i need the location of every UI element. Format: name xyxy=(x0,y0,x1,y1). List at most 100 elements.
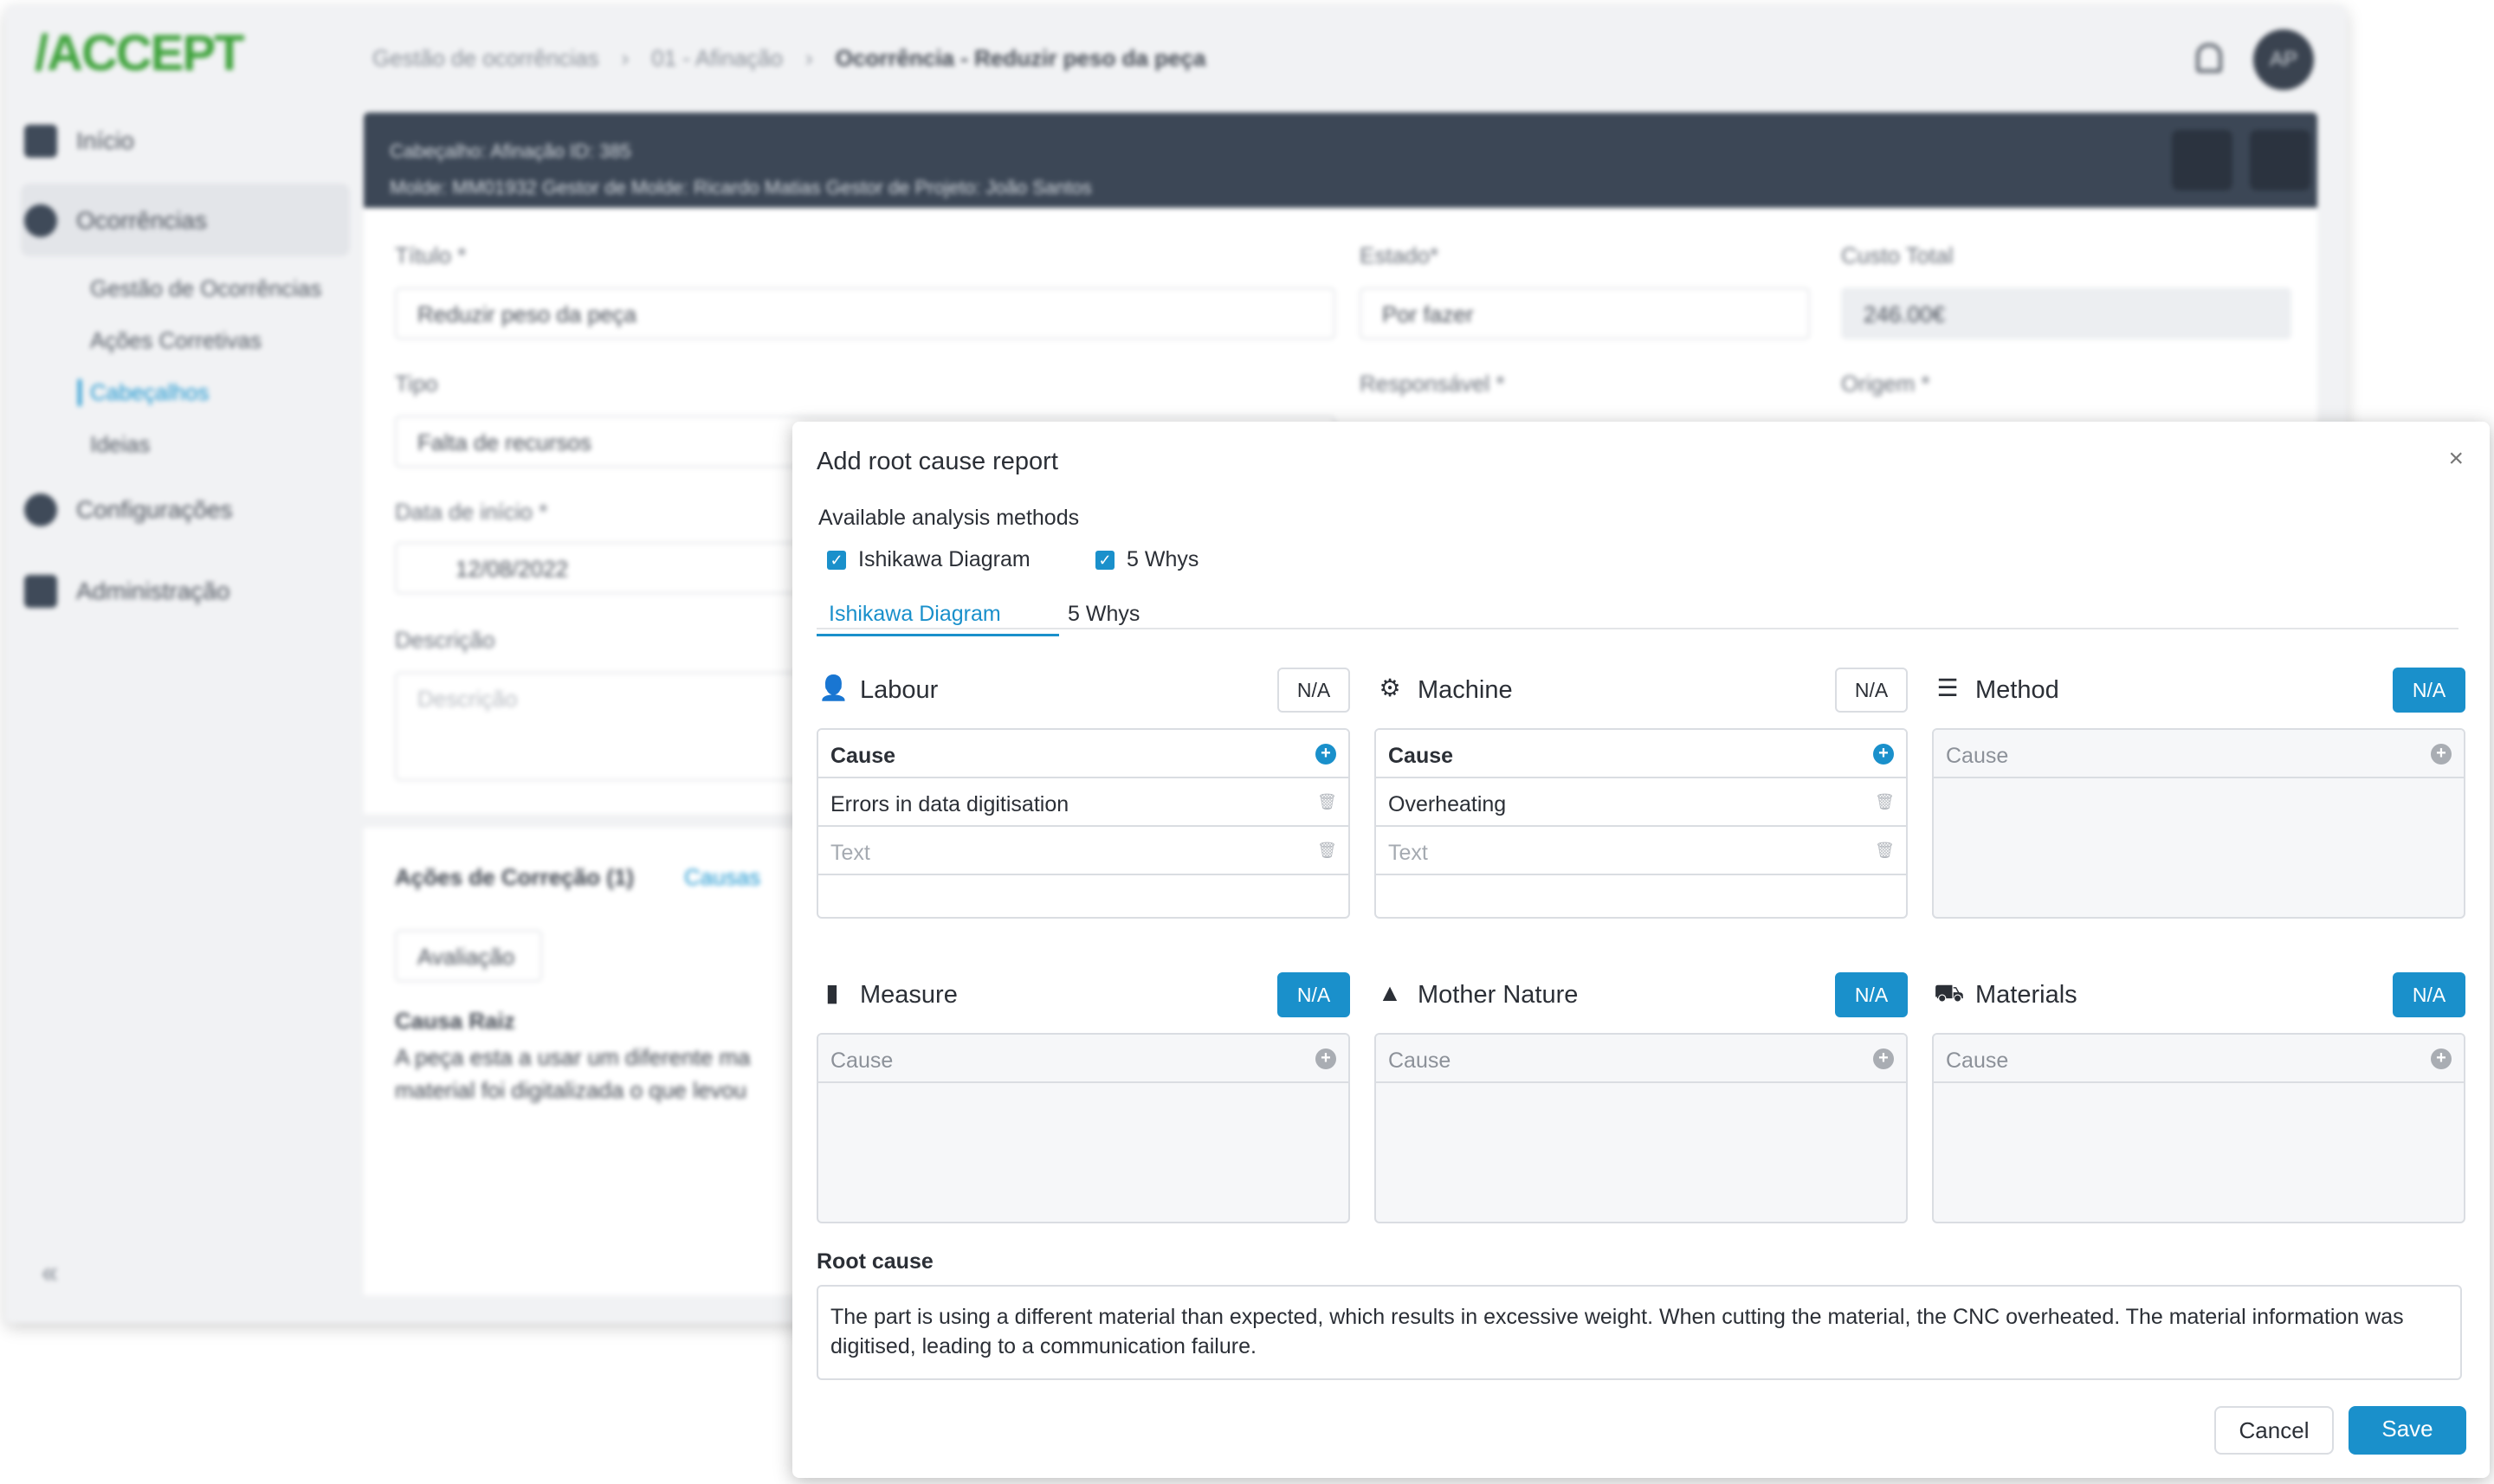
trash-icon[interactable]: 🗑 xyxy=(1875,841,1895,860)
avatar[interactable]: AP xyxy=(2253,29,2314,90)
cause-table: Cause + Overheating 🗑 Text 🗑 xyxy=(1374,728,1908,919)
close-icon[interactable]: × xyxy=(2448,444,2464,474)
root-cause-textarea[interactable]: The part is using a different material t… xyxy=(817,1285,2462,1380)
method-tabs: Ishikawa Diagram 5 Whys xyxy=(817,602,2458,636)
na-toggle-button[interactable]: N/A xyxy=(1277,668,1350,713)
checkbox-checked-icon[interactable]: ✓ xyxy=(827,550,846,570)
comment-button[interactable] xyxy=(2172,130,2232,190)
category-name: Materials xyxy=(1975,981,2077,1009)
person-icon: 👤 xyxy=(818,674,849,701)
nav-sub-acoes[interactable]: Ações Corretivas xyxy=(90,327,262,354)
na-toggle-button[interactable]: N/A xyxy=(2393,668,2465,713)
add-cause-icon[interactable]: + xyxy=(1873,1048,1894,1069)
admin-icon xyxy=(24,575,57,608)
category-header: ▮ Measure N/A xyxy=(817,971,1350,1019)
cause-header-label: Cause xyxy=(1946,1048,2009,1073)
method-checkbox-5whys[interactable]: ✓ 5 Whys xyxy=(1095,547,1199,572)
custo-label: Custo Total xyxy=(1841,242,1954,268)
cancel-button[interactable]: Cancel xyxy=(2214,1406,2334,1455)
checkbox-checked-icon[interactable]: ✓ xyxy=(1095,550,1115,570)
nav-sub-ideias[interactable]: Ideias xyxy=(90,431,150,458)
accept-logo: /ACCEPT xyxy=(35,25,245,81)
category-name: Method xyxy=(1975,676,2059,704)
cause-table: Cause + Errors in data digitisation 🗑 Text 🗑 xyxy=(817,728,1350,919)
cause-header-label: Cause xyxy=(1388,744,1454,768)
nav-administracao[interactable]: Administração xyxy=(24,575,229,608)
category-machine: ⚙ Machine N/A Cause + Overheating 🗑 Text 🗑 xyxy=(1374,666,1908,919)
breadcrumb-item[interactable]: Gestão de ocorrências xyxy=(372,45,599,72)
bell-icon[interactable] xyxy=(2196,43,2222,73)
nav-sub-cabecalhos[interactable]: Cabeçalhos xyxy=(78,379,209,406)
cause-text[interactable]: Errors in data digitisation xyxy=(830,792,1069,816)
na-toggle-button[interactable]: N/A xyxy=(1277,972,1350,1017)
category-mother-nature: ▲ Mother Nature N/A Cause + xyxy=(1374,971,1908,1223)
category-header: ☰ Method N/A xyxy=(1932,666,2465,714)
cause-row[interactable]: Overheating 🗑 xyxy=(1376,778,1906,827)
pallet-jack-icon: ⛟ xyxy=(1934,979,1965,1006)
cause-row[interactable]: Errors in data digitisation 🗑 xyxy=(818,778,1348,827)
category-name: Machine xyxy=(1418,676,1513,704)
save-button[interactable]: Save xyxy=(2349,1406,2466,1455)
cause-text[interactable]: Overheating xyxy=(1388,792,1506,816)
tab-causas[interactable]: Causas xyxy=(684,864,760,891)
cause-table: Cause + xyxy=(1932,728,2465,919)
category-header: 👤 Labour N/A xyxy=(817,666,1350,714)
trash-icon[interactable]: 🗑 xyxy=(1875,792,1895,811)
avaliacao-button[interactable]: Avaliação xyxy=(395,930,542,982)
trash-icon[interactable]: 🗑 xyxy=(1317,841,1337,860)
cause-header: Cause + xyxy=(1934,730,2464,778)
method-checkbox-ishikawa[interactable]: ✓ Ishikawa Diagram xyxy=(827,547,1031,572)
data-input[interactable]: 12/08/2022 xyxy=(395,542,828,594)
tab-acoes-correcao[interactable]: Ações de Correção (1) xyxy=(395,864,634,891)
cause-header: Cause + xyxy=(818,730,1348,778)
tab-ishikawa[interactable]: Ishikawa Diagram xyxy=(817,602,1059,636)
titulo-label: Título * xyxy=(395,242,467,268)
cause-table: Cause + xyxy=(1932,1033,2465,1223)
new-cause-input[interactable]: Text 🗑 xyxy=(818,827,1348,875)
causa-raiz-label: Causa Raiz xyxy=(395,1008,515,1034)
alert-icon xyxy=(24,204,57,237)
descricao-input[interactable]: Descrição xyxy=(395,672,828,781)
nav-sub-gestao[interactable]: Gestão de Ocorrências xyxy=(90,275,321,302)
new-cause-input[interactable]: Text 🗑 xyxy=(1376,827,1906,875)
nav-configuracoes[interactable]: Configurações xyxy=(24,494,233,526)
cause-header-label: Cause xyxy=(1946,744,2009,768)
breadcrumb-current: Ocorrência - Reduzir peso da peça xyxy=(835,45,1206,71)
collapse-sidebar-icon[interactable]: « xyxy=(42,1256,58,1290)
origem-label: Origem * xyxy=(1841,371,1930,397)
cause-header: Cause + xyxy=(1376,730,1906,778)
na-toggle-button[interactable]: N/A xyxy=(2393,972,2465,1017)
cause-header: Cause + xyxy=(1376,1035,1906,1083)
tab-5whys[interactable]: 5 Whys xyxy=(1068,602,1140,627)
add-cause-icon[interactable]: + xyxy=(1315,744,1336,765)
responsavel-label: Responsável * xyxy=(1360,371,1505,397)
chevron-right-icon: › xyxy=(805,45,813,71)
breadcrumb: Gestão de ocorrências › 01 - Afinação › Oc… xyxy=(372,45,1205,72)
category-materials: ⛟ Materials N/A Cause + xyxy=(1932,971,2465,1223)
add-cause-icon[interactable]: + xyxy=(1315,1048,1336,1069)
home-icon xyxy=(24,125,57,158)
descricao-label: Descrição xyxy=(395,627,495,653)
method-label: 5 Whys xyxy=(1127,547,1199,571)
causa-raiz-text: material foi digitalizada o que levou xyxy=(395,1077,747,1103)
category-method: ☰ Method N/A Cause + xyxy=(1932,666,2465,919)
nav-ocorrencias-label: Ocorrências xyxy=(76,207,207,234)
add-cause-icon[interactable]: + xyxy=(2431,744,2452,765)
add-cause-icon[interactable]: + xyxy=(2431,1048,2452,1069)
category-header: ▲ Mother Nature N/A xyxy=(1374,971,1908,1019)
nav-inicio[interactable]: Início xyxy=(24,125,134,158)
root-cause-label: Root cause xyxy=(817,1249,934,1274)
document-button[interactable] xyxy=(2250,130,2310,190)
causa-raiz-text: A peça esta a usar um diferente ma xyxy=(395,1044,751,1070)
add-cause-icon[interactable]: + xyxy=(1873,744,1894,765)
na-toggle-button[interactable]: N/A xyxy=(1835,972,1908,1017)
category-name: Measure xyxy=(860,981,958,1009)
na-toggle-button[interactable]: N/A xyxy=(1835,668,1908,713)
bar-chart-icon: ▮ xyxy=(825,979,839,1006)
titulo-input[interactable]: Reduzir peso da peça xyxy=(395,287,1335,339)
estado-select[interactable]: Por fazer xyxy=(1360,287,1810,339)
estado-label: Estado* xyxy=(1360,242,1439,268)
nav-ocorrencias[interactable]: Ocorrências xyxy=(24,204,207,237)
breadcrumb-item[interactable]: 01 - Afinação xyxy=(651,45,783,72)
trash-icon[interactable]: 🗑 xyxy=(1317,792,1337,811)
